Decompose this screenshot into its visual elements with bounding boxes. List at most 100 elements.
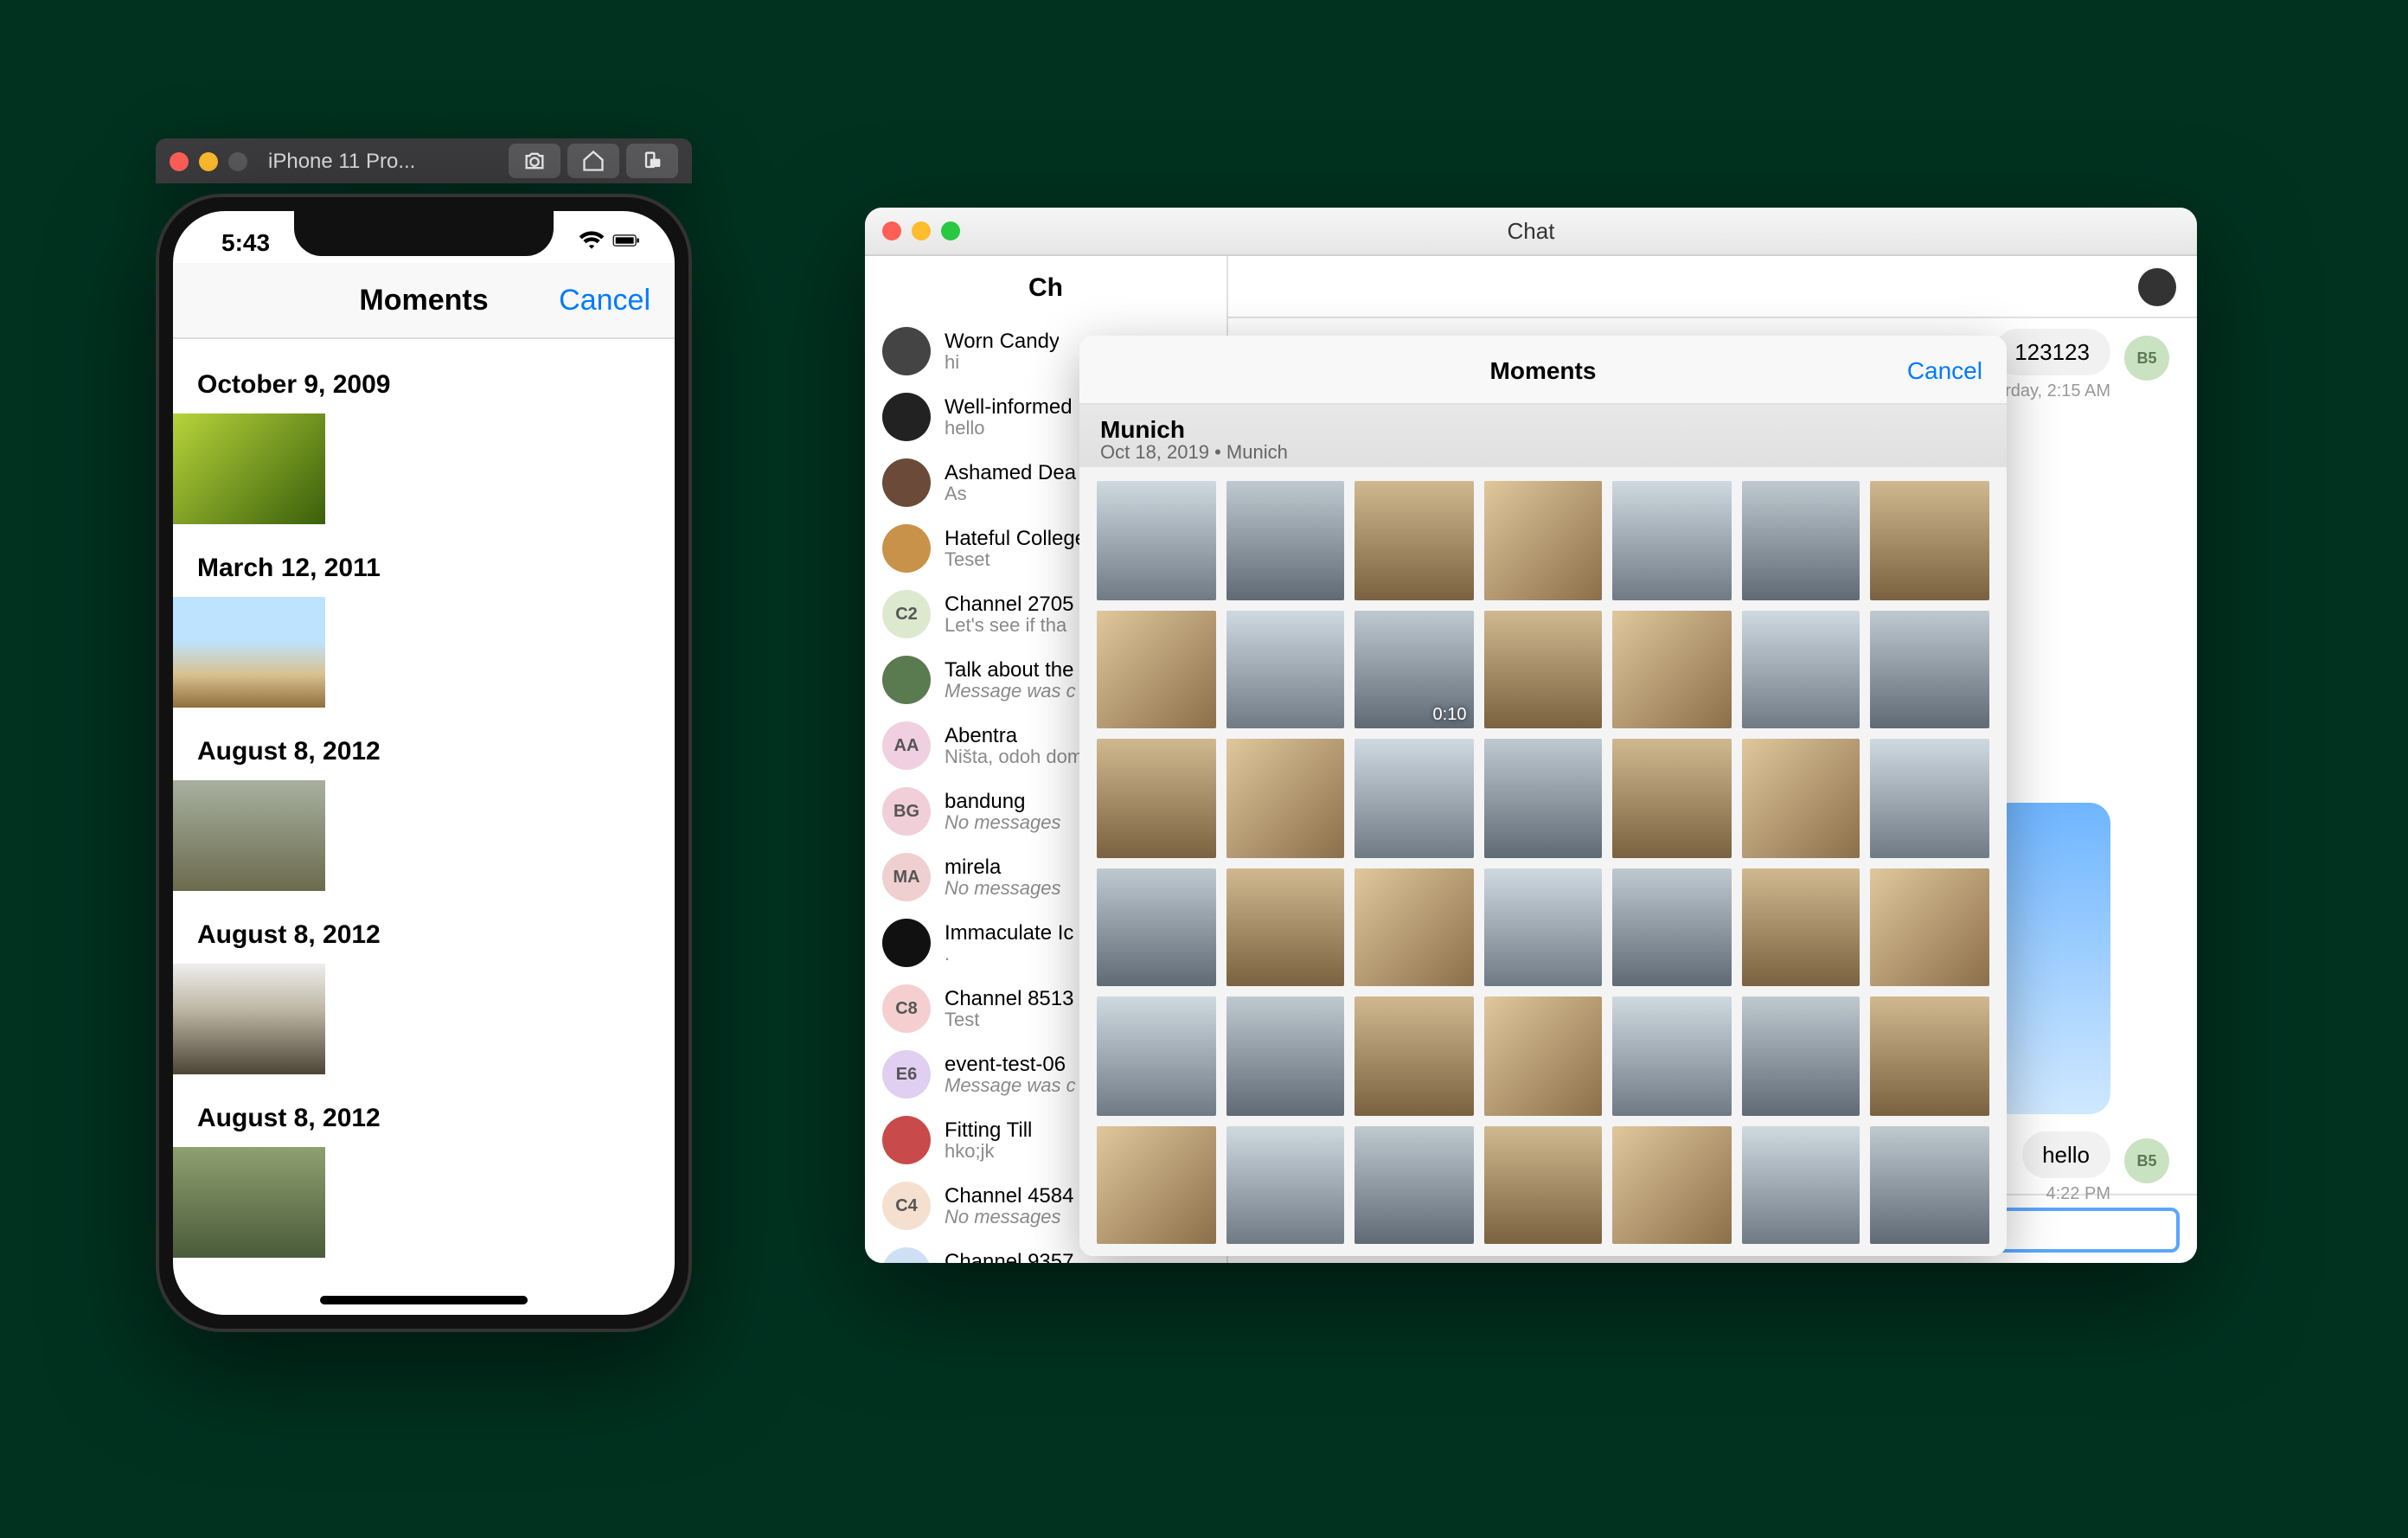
grid-photo[interactable] <box>1483 739 1602 857</box>
grid-photo[interactable] <box>1742 481 1860 599</box>
grid-photo[interactable] <box>1742 610 1860 728</box>
photo-grid[interactable]: 0:10 <box>1079 467 2007 1256</box>
chat-preview: hko;jk <box>945 1142 1032 1163</box>
grid-photo[interactable] <box>1226 868 1344 986</box>
grid-photo[interactable] <box>1097 481 1215 599</box>
grid-photo[interactable] <box>1354 481 1473 599</box>
grid-photo[interactable] <box>1354 868 1473 986</box>
chat-avatar <box>882 1116 931 1164</box>
chat-preview: Message was c <box>945 682 1076 702</box>
grid-photo[interactable] <box>1354 1126 1473 1245</box>
grid-photo[interactable] <box>1742 739 1860 857</box>
phone-frame: 5:43 Moments Cancel <box>156 194 692 1332</box>
message-avatar: B5 <box>2124 336 2169 381</box>
chat-name: bandung <box>945 789 1061 813</box>
chat-preview: . <box>945 945 1073 965</box>
chat-avatar: C8 <box>882 984 931 1033</box>
minimize-window-button[interactable] <box>199 151 218 170</box>
photo-thumbnail[interactable] <box>173 413 325 524</box>
current-user-avatar[interactable] <box>2138 267 2176 305</box>
grid-photo[interactable] <box>1483 610 1602 728</box>
grid-photo[interactable] <box>1613 481 1732 599</box>
chat-name: Channel 9357 <box>945 1249 1073 1263</box>
grid-photo[interactable] <box>1483 1126 1602 1245</box>
phone-notch <box>294 211 554 256</box>
grid-photo[interactable] <box>1226 1126 1344 1245</box>
chat-name: Hateful College <box>945 526 1086 550</box>
phone-scroll-content[interactable]: October 9, 2009 March 12, 2011 August 8,… <box>173 339 675 1308</box>
message-bubble: 123123 <box>1994 329 2110 375</box>
chat-avatar: C2 <box>882 590 931 638</box>
phone-nav-title: Moments <box>359 283 488 317</box>
grid-photo[interactable] <box>1871 481 1989 599</box>
chat-name: Ashamed Dea <box>945 460 1076 484</box>
window-title: Chat <box>865 218 2197 244</box>
photo-thumbnail[interactable] <box>173 780 325 891</box>
mac-chat-window: Chat Ch Worn CandyhiWell-informedhelloAs… <box>865 208 2197 1263</box>
chat-avatar <box>882 524 931 573</box>
grid-photo[interactable] <box>1226 610 1344 728</box>
grid-photo[interactable] <box>1097 610 1215 728</box>
home-button[interactable] <box>567 144 619 178</box>
photo-thumbnail[interactable] <box>173 1147 325 1258</box>
photo-thumbnail[interactable] <box>173 597 325 708</box>
message-timestamp: 4:22 PM <box>2046 1185 2111 1204</box>
chat-avatar: AA <box>882 721 931 770</box>
grid-photo[interactable] <box>1871 868 1989 986</box>
close-window-button[interactable] <box>170 151 189 170</box>
grid-photo[interactable] <box>1871 997 1989 1116</box>
chat-preview: No messages <box>945 879 1061 900</box>
grid-photo[interactable] <box>1742 997 1860 1116</box>
grid-photo[interactable] <box>1097 997 1215 1116</box>
grid-photo[interactable] <box>1613 997 1732 1116</box>
grid-photo[interactable]: 0:10 <box>1354 610 1473 728</box>
grid-photo[interactable] <box>1742 868 1860 986</box>
grid-photo[interactable] <box>1226 481 1344 599</box>
grid-photo[interactable] <box>1483 997 1602 1116</box>
rotate-button[interactable] <box>626 144 678 178</box>
moment-section: August 8, 2012 <box>173 907 675 1083</box>
chat-name: event-test-06 <box>945 1052 1076 1076</box>
grid-photo[interactable] <box>1483 481 1602 599</box>
chat-avatar <box>882 919 931 967</box>
chat-name: mirela <box>945 855 1061 879</box>
grid-photo[interactable] <box>1613 739 1732 857</box>
grid-photo[interactable] <box>1097 739 1215 857</box>
moment-date: August 8, 2012 <box>173 907 675 964</box>
conversation-header <box>1228 256 2197 318</box>
sidebar-header: Ch <box>865 256 1226 318</box>
section-location: Munich <box>1100 415 1986 443</box>
photo-thumbnail[interactable] <box>173 964 325 1074</box>
battery-icon <box>612 228 640 256</box>
chat-preview: Teset <box>945 550 1086 571</box>
grid-photo[interactable] <box>1871 1126 1989 1245</box>
grid-photo[interactable] <box>1226 997 1344 1116</box>
chat-preview: As <box>945 484 1076 505</box>
zoom-window-button[interactable] <box>228 151 247 170</box>
grid-photo[interactable] <box>1097 1126 1215 1245</box>
grid-photo[interactable] <box>1742 1126 1860 1245</box>
moment-date: October 9, 2009 <box>173 356 675 413</box>
grid-photo[interactable] <box>1613 868 1732 986</box>
grid-photo[interactable] <box>1613 1126 1732 1245</box>
home-indicator[interactable] <box>320 1296 528 1304</box>
screenshot-button[interactable] <box>509 144 560 178</box>
grid-photo[interactable] <box>1483 868 1602 986</box>
chat-preview: Let's see if tha <box>945 616 1073 637</box>
chat-avatar <box>882 458 931 507</box>
sheet-cancel-button[interactable]: Cancel <box>1907 356 1982 383</box>
grid-photo[interactable] <box>1871 739 1989 857</box>
grid-photo[interactable] <box>1871 610 1989 728</box>
chat-avatar <box>882 393 931 441</box>
moments-sheet: Moments Cancel Munich Oct 18, 2019 • Mun… <box>1079 336 2007 1256</box>
phone-cancel-button[interactable]: Cancel <box>559 283 650 317</box>
message-image[interactable] <box>1989 803 2110 1114</box>
chat-name: Worn Candy <box>945 329 1060 353</box>
grid-photo[interactable] <box>1354 997 1473 1116</box>
grid-photo[interactable] <box>1354 739 1473 857</box>
grid-photo[interactable] <box>1613 610 1732 728</box>
moment-section: October 9, 2009 <box>173 356 675 533</box>
grid-photo[interactable] <box>1226 739 1344 857</box>
chat-avatar: C4 <box>882 1182 931 1230</box>
grid-photo[interactable] <box>1097 868 1215 986</box>
